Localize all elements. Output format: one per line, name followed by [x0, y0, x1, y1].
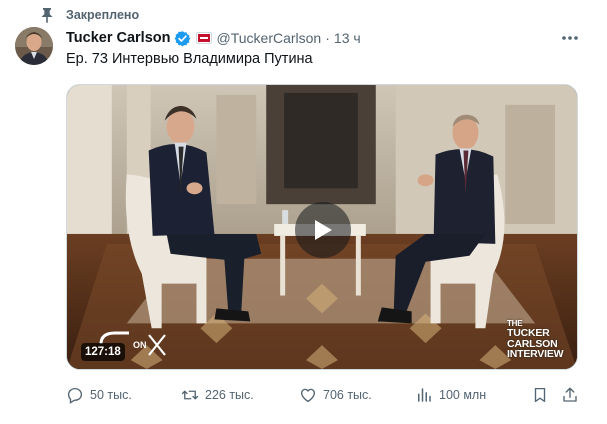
tweet-actions: 50 тыс. 226 тыс. 706 тыс. 100 млн [66, 384, 582, 406]
repost-count: 226 тыс. [205, 388, 254, 402]
pinned-indicator: Закреплено [40, 6, 139, 24]
views-count: 100 млн [439, 388, 487, 402]
views-chart-icon [415, 386, 433, 404]
author-name[interactable]: Tucker Carlson [66, 30, 171, 46]
author-handle[interactable]: @TuckerCarlson [217, 30, 322, 46]
bookmark-icon[interactable] [531, 386, 549, 404]
svg-text:ON: ON [133, 340, 147, 350]
video-duration: 127:18 [81, 343, 125, 361]
more-options-button[interactable] [558, 28, 582, 48]
pin-icon [40, 7, 54, 23]
tweet-header: Tucker Carlson @TuckerCarlson · 13 ч [66, 28, 361, 48]
tweet-text: Ep. 73 Интервью Владимира Путина [66, 51, 313, 67]
verified-badge-icon [174, 30, 191, 47]
like-button[interactable]: 706 тыс. [299, 384, 372, 406]
show-watermark: THE TUCKER CARLSON INTERVIEW [507, 319, 569, 360]
reply-button[interactable]: 50 тыс. [66, 384, 132, 406]
timestamp[interactable]: 13 ч [334, 30, 361, 46]
like-count: 706 тыс. [323, 388, 372, 402]
share-icon[interactable] [561, 386, 579, 404]
heart-icon [299, 386, 317, 404]
views-button[interactable]: 100 млн [415, 384, 486, 406]
video-player[interactable]: ON 127:18 THE TUCKER CARLSON INTERVIEW [66, 84, 578, 370]
pinned-label: Закреплено [66, 8, 140, 22]
play-button[interactable] [295, 202, 351, 258]
reply-icon [66, 386, 84, 404]
watermark-line: TUCKER [507, 327, 550, 339]
avatar[interactable] [15, 27, 53, 65]
separator-dot: · [325, 30, 330, 46]
watermark-line: INTERVIEW [507, 348, 564, 360]
reply-count: 50 тыс. [90, 388, 132, 402]
more-dots-icon [562, 36, 578, 40]
affiliate-badge-icon[interactable] [195, 32, 212, 44]
repost-icon [181, 386, 199, 404]
repost-button[interactable]: 226 тыс. [181, 384, 254, 406]
play-icon [315, 220, 332, 240]
